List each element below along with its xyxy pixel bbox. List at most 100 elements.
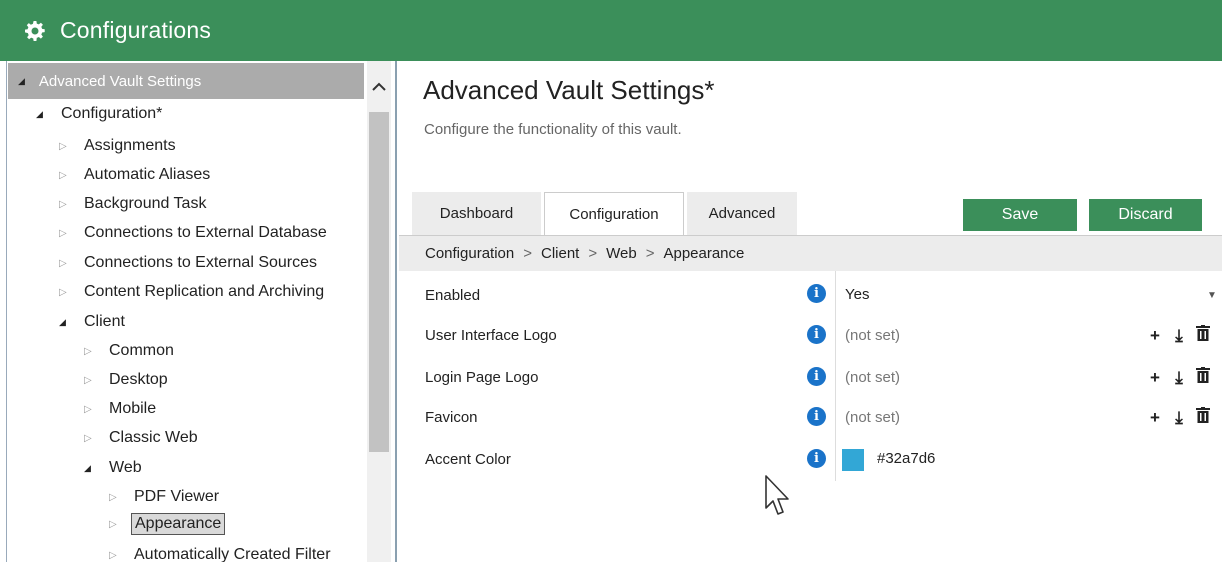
chevron-up-icon[interactable]: [367, 79, 391, 97]
collapsed-triangle-icon[interactable]: ▷: [84, 433, 98, 444]
collapsed-triangle-icon[interactable]: ▷: [59, 170, 73, 181]
tab-configuration[interactable]: Configuration: [544, 192, 684, 236]
collapsed-triangle-icon[interactable]: ▷: [59, 199, 73, 210]
tree-item-label: Configuration*: [61, 105, 163, 122]
setting-value-accent-color[interactable]: #32a7d6: [877, 450, 935, 467]
info-icon[interactable]: i: [807, 449, 826, 468]
breadcrumb-separator: >: [523, 245, 532, 262]
tree-item-assignments[interactable]: ▷ Assignments: [59, 134, 176, 158]
tree-root-advanced-vault-settings[interactable]: ◢ Advanced Vault Settings: [8, 63, 364, 99]
info-icon[interactable]: i: [807, 284, 826, 303]
tab-advanced[interactable]: Advanced: [687, 192, 797, 235]
collapsed-triangle-icon[interactable]: ▷: [109, 492, 123, 503]
collapsed-triangle-icon[interactable]: ▷: [84, 375, 98, 386]
setting-value-favicon: (not set): [845, 409, 901, 426]
tree-item-pdf-viewer[interactable]: ▷ PDF Viewer: [109, 485, 219, 509]
tree-item-connections-external-database[interactable]: ▷ Connections to External Database: [59, 221, 327, 245]
setting-label-favicon: Favicon: [425, 409, 478, 426]
import-icon[interactable]: ⤓: [1167, 326, 1191, 346]
collapsed-triangle-icon[interactable]: ▷: [59, 258, 73, 269]
tree-scrollbar[interactable]: [367, 61, 391, 562]
setting-value-enabled[interactable]: Yes: [845, 286, 869, 303]
info-icon[interactable]: i: [807, 325, 826, 344]
tree-item-desktop[interactable]: ▷ Desktop: [84, 368, 168, 392]
page-title: Advanced Vault Settings*: [423, 75, 715, 105]
setting-label-accent-color: Accent Color: [425, 451, 511, 468]
tree-item-automatic-aliases[interactable]: ▷ Automatic Aliases: [59, 163, 210, 187]
breadcrumb: Configuration > Client > Web > Appearanc…: [399, 235, 1222, 271]
tree-item-label: Background Task: [84, 195, 207, 212]
breadcrumb-appearance[interactable]: Appearance: [663, 245, 744, 262]
breadcrumb-configuration[interactable]: Configuration: [425, 245, 514, 262]
info-icon[interactable]: i: [807, 367, 826, 386]
collapsed-triangle-icon[interactable]: ▷: [109, 550, 123, 561]
setting-label-user-interface-logo: User Interface Logo: [425, 327, 557, 344]
setting-label-login-page-logo: Login Page Logo: [425, 369, 539, 386]
tree-item-web[interactable]: ◢ Web: [84, 456, 142, 480]
tree-item-label: Classic Web: [109, 429, 198, 446]
tree-item-label: Desktop: [109, 371, 168, 388]
tree-item-content-replication[interactable]: ▷ Content Replication and Archiving: [59, 280, 324, 304]
collapsed-triangle-icon[interactable]: ▷: [59, 287, 73, 298]
tree-item-label: Mobile: [109, 400, 157, 417]
tree-item-label: PDF Viewer: [134, 488, 220, 505]
row-actions: + ⤓: [1143, 325, 1215, 346]
expanded-triangle-icon[interactable]: ◢: [36, 109, 50, 120]
breadcrumb-web[interactable]: Web: [606, 245, 637, 262]
tree-border: [6, 61, 7, 562]
collapsed-triangle-icon[interactable]: ▷: [109, 519, 123, 530]
collapsed-triangle-icon[interactable]: ▷: [84, 346, 98, 357]
tree-item-label: Automatic Aliases: [84, 166, 211, 183]
breadcrumb-client[interactable]: Client: [541, 245, 579, 262]
collapsed-triangle-icon[interactable]: ▷: [59, 141, 73, 152]
tree-item-classic-web[interactable]: ▷ Classic Web: [84, 426, 198, 450]
tree-item-label: Client: [84, 313, 125, 330]
tree-item-label: Connections to External Sources: [84, 254, 318, 271]
setting-value-login-page-logo: (not set): [845, 369, 901, 386]
collapsed-triangle-icon[interactable]: ▷: [59, 228, 73, 239]
tree-item-label: Common: [109, 342, 174, 359]
tree-item-label: Content Replication and Archiving: [84, 283, 325, 300]
delete-icon[interactable]: [1191, 325, 1215, 346]
collapsed-triangle-icon[interactable]: ▷: [84, 404, 98, 415]
discard-button[interactable]: Discard: [1089, 199, 1202, 231]
setting-value-user-interface-logo: (not set): [845, 327, 901, 344]
tree-item-appearance[interactable]: ▷ Appearance: [109, 512, 226, 536]
scrollbar-thumb[interactable]: [369, 112, 389, 452]
row-actions: + ⤓: [1143, 407, 1215, 428]
tree-root-label: Advanced Vault Settings: [38, 72, 202, 90]
expanded-triangle-icon[interactable]: ◢: [59, 317, 73, 328]
expanded-triangle-icon[interactable]: ◢: [84, 463, 98, 474]
delete-icon[interactable]: [1191, 367, 1215, 388]
tree-item-label: Appearance: [131, 513, 226, 535]
tree-item-configuration[interactable]: ◢ Configuration*: [36, 102, 162, 126]
tree-item-client[interactable]: ◢ Client: [59, 310, 125, 334]
tab-dashboard[interactable]: Dashboard: [412, 192, 541, 235]
tree-item-background-task[interactable]: ▷ Background Task: [59, 192, 206, 216]
tree-item-mobile[interactable]: ▷ Mobile: [84, 397, 156, 421]
main-panel: Advanced Vault Settings* Configure the f…: [399, 61, 1222, 562]
expanded-triangle-icon[interactable]: ◢: [18, 76, 25, 87]
window-title: Configurations: [60, 17, 212, 43]
chevron-down-icon[interactable]: ▼: [1207, 290, 1217, 301]
tree-item-common[interactable]: ▷ Common: [84, 339, 174, 363]
tree-item-automatically-created-filter[interactable]: ▷ Automatically Created Filter: [109, 543, 331, 562]
gear-icon: [25, 20, 45, 41]
delete-icon[interactable]: [1191, 407, 1215, 428]
add-icon[interactable]: +: [1143, 326, 1167, 346]
title-bar: Configurations: [0, 0, 1222, 61]
tree-item-label: Web: [109, 459, 142, 476]
save-button[interactable]: Save: [963, 199, 1077, 231]
mouse-cursor-icon: [765, 475, 789, 515]
import-icon[interactable]: ⤓: [1167, 368, 1191, 388]
accent-color-swatch[interactable]: [842, 449, 864, 471]
column-divider: [835, 271, 836, 481]
breadcrumb-separator: >: [588, 245, 598, 262]
add-icon[interactable]: +: [1143, 368, 1167, 388]
import-icon[interactable]: ⤓: [1167, 408, 1191, 428]
info-icon[interactable]: i: [807, 407, 826, 426]
setting-label-enabled: Enabled: [425, 287, 481, 304]
tree-item-connections-external-sources[interactable]: ▷ Connections to External Sources: [59, 251, 317, 275]
add-icon[interactable]: +: [1143, 408, 1167, 428]
tree-item-label: Automatically Created Filter: [134, 546, 331, 562]
